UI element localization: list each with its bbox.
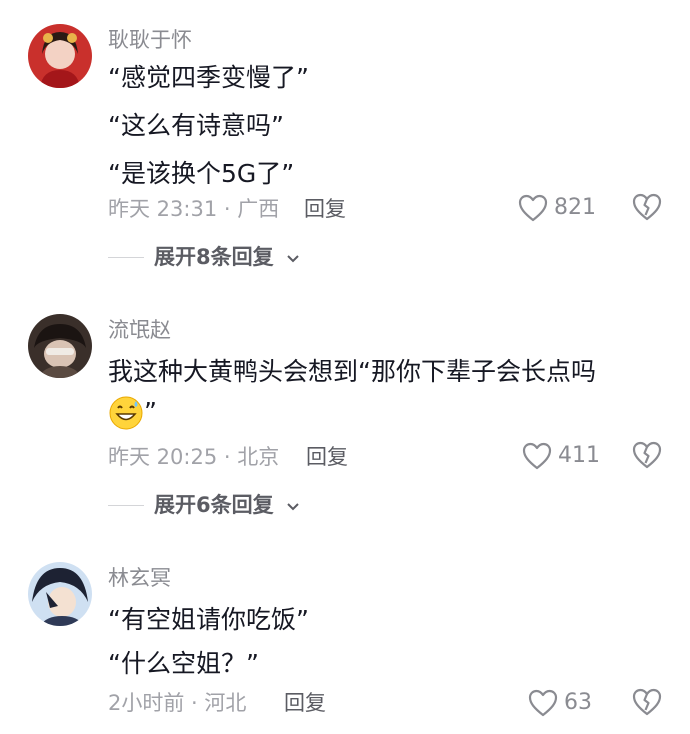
- avatar[interactable]: [28, 24, 92, 88]
- like-count: 411: [558, 443, 600, 468]
- chevron-down-icon: [286, 242, 300, 272]
- comment-text-line: “什么空姐？”: [108, 649, 259, 678]
- heart-outline-icon: [522, 442, 552, 470]
- comment-text-line: “感觉四季变慢了”: [108, 63, 309, 92]
- like-button[interactable]: 821: [518, 193, 596, 223]
- comment-time-location: 2小时前 · 河北: [108, 691, 247, 715]
- divider-dash: [108, 504, 144, 506]
- expand-replies-label: 展开8条回复: [154, 245, 274, 269]
- comment-text-line: “是该换个5G了”: [108, 159, 295, 188]
- avatar[interactable]: [28, 314, 92, 378]
- comment-item: 林玄冥 “有空姐请你吃饭” “什么空姐？” 2小时前 · 河北 回复 63: [0, 540, 690, 734]
- comment-text-line: ”: [108, 394, 157, 431]
- chevron-down-icon: [286, 490, 300, 520]
- username[interactable]: 耿耿于怀: [108, 26, 192, 54]
- comment-item: 流氓赵 我这种大黄鸭头会想到“那你下辈子会长点吗 ” 昨天 20:25 · 北京…: [0, 290, 690, 540]
- broken-heart-icon: [632, 688, 662, 720]
- broken-heart-icon: [632, 441, 662, 473]
- divider-dash: [108, 256, 144, 258]
- reply-button[interactable]: 回复: [304, 194, 346, 224]
- expand-replies-button[interactable]: 展开8条回复: [108, 242, 300, 272]
- expand-replies-label: 展开6条回复: [154, 493, 274, 517]
- comment-time-location: 昨天 23:31 · 广西: [108, 197, 280, 221]
- comment-text-line: “这么有诗意吗”: [108, 111, 284, 140]
- comment-text-line: 我这种大黄鸭头会想到“那你下辈子会长点吗: [108, 357, 596, 386]
- comment-text-line: “有空姐请你吃饭”: [108, 605, 309, 634]
- heart-outline-icon: [518, 194, 548, 222]
- grinning-sweat-emoji: [108, 395, 144, 431]
- like-count: 63: [564, 690, 592, 715]
- expand-replies-button[interactable]: 展开6条回复: [108, 490, 300, 520]
- dislike-button[interactable]: [632, 441, 662, 473]
- comment-text-fragment: ”: [144, 397, 157, 426]
- comment-item: 耿耿于怀 “感觉四季变慢了” “这么有诗意吗” “是该换个5G了” 昨天 23:…: [0, 0, 690, 290]
- dislike-button[interactable]: [632, 193, 662, 225]
- avatar[interactable]: [28, 562, 92, 626]
- like-button[interactable]: 411: [522, 441, 600, 471]
- username[interactable]: 流氓赵: [108, 316, 171, 344]
- heart-outline-icon: [528, 689, 558, 717]
- reply-button[interactable]: 回复: [306, 442, 348, 472]
- username[interactable]: 林玄冥: [108, 564, 171, 592]
- broken-heart-icon: [632, 193, 662, 225]
- like-button[interactable]: 63: [528, 688, 592, 718]
- dislike-button[interactable]: [632, 688, 662, 720]
- like-count: 821: [554, 195, 596, 220]
- reply-button[interactable]: 回复: [284, 688, 326, 718]
- comment-time-location: 昨天 20:25 · 北京: [108, 445, 280, 469]
